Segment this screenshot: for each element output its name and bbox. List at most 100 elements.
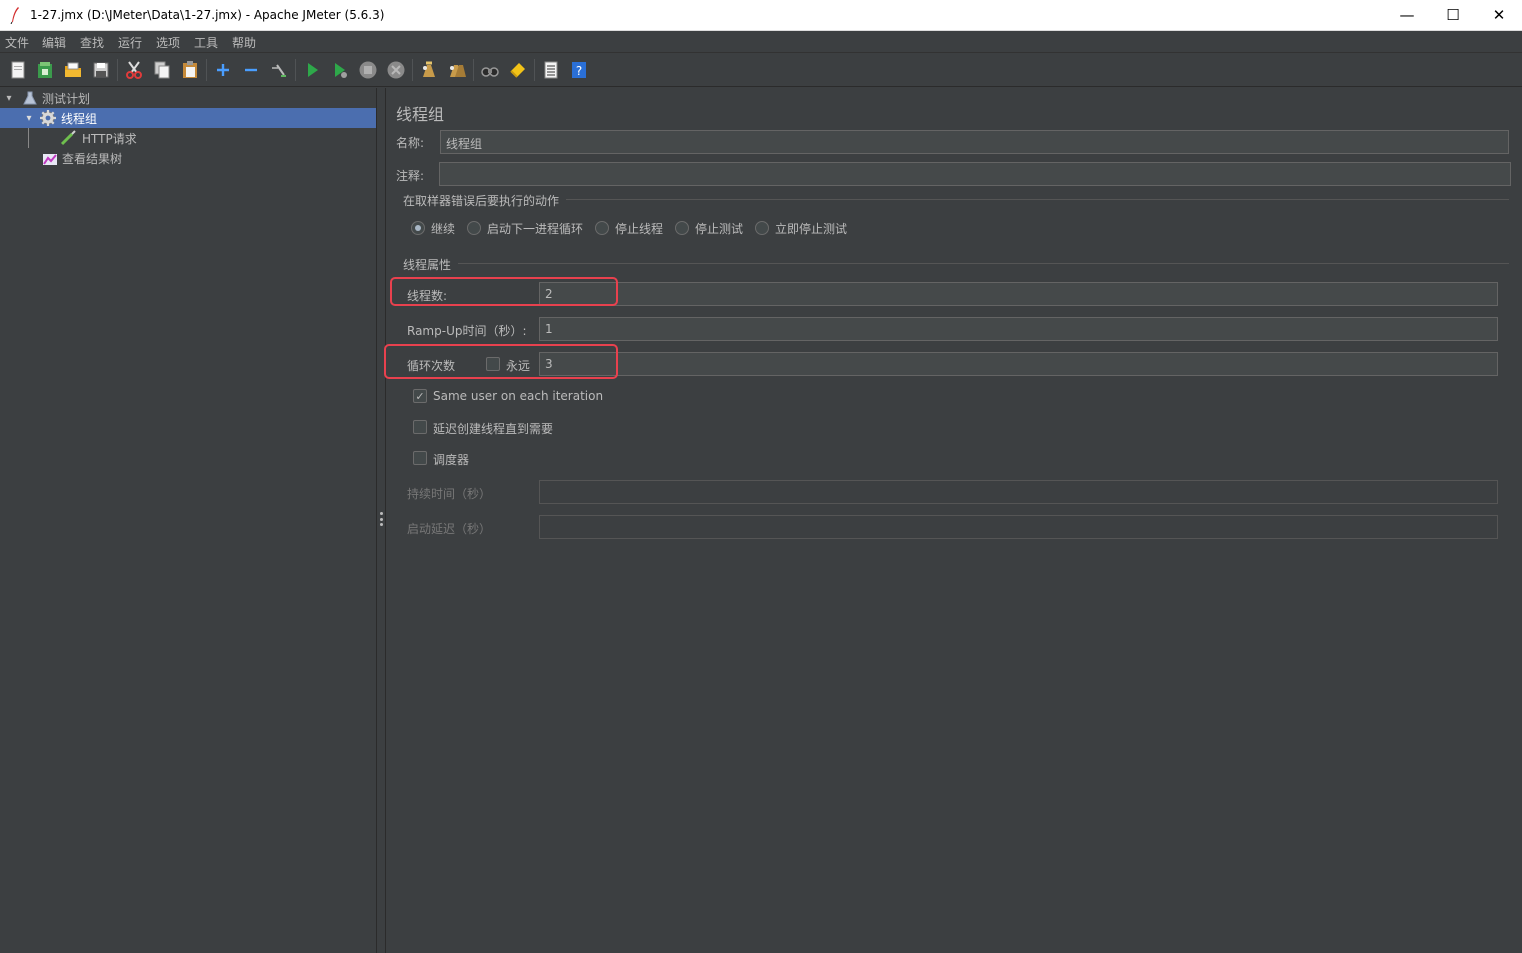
startup-delay-label: 启动延迟（秒）: [407, 522, 492, 536]
toolbar-separator: [534, 59, 535, 81]
start-no-pause-button[interactable]: [328, 58, 352, 82]
reset-search-icon: [510, 63, 525, 78]
copy-button[interactable]: [150, 58, 174, 82]
section-divider: [566, 199, 1509, 200]
threads-input[interactable]: 2: [539, 282, 1498, 306]
expand-toggle-icon[interactable]: ▾: [22, 113, 36, 124]
clear-all-icon: [450, 65, 466, 77]
name-input[interactable]: 线程组: [440, 130, 1509, 154]
search-icon: [481, 67, 499, 77]
split-pane-divider[interactable]: [377, 88, 386, 953]
minimize-button[interactable]: —: [1384, 0, 1430, 30]
radio-stop-test-label: 停止测试: [695, 222, 744, 236]
tree-item-view-results-tree[interactable]: 查看结果树: [42, 148, 342, 168]
maximize-button[interactable]: ☐: [1430, 0, 1476, 30]
radio-stop-test-now-label: 立即停止测试: [775, 222, 848, 236]
maximize-icon: ☐: [1446, 6, 1460, 24]
templates-icon: [38, 62, 52, 78]
menu-options[interactable]: 选项: [156, 34, 180, 51]
toolbar-separator: [412, 59, 413, 81]
close-icon: ✕: [1492, 6, 1506, 24]
menu-edit[interactable]: 编辑: [42, 34, 66, 51]
paste-button[interactable]: [178, 58, 202, 82]
copy-icon: [154, 61, 170, 79]
radio-start-next-loop-label: 启动下一进程循环: [487, 222, 584, 236]
startup-delay-input[interactable]: [539, 515, 1498, 539]
window-right-edge: [1518, 88, 1522, 953]
radio-stop-thread-label: 停止线程: [615, 222, 664, 236]
menu-help[interactable]: 帮助: [232, 34, 256, 51]
threads-highlight-box: [390, 277, 618, 306]
section-divider: [458, 263, 1509, 264]
menu-tools[interactable]: 工具: [194, 34, 218, 51]
tree-item-label: 测试计划: [42, 91, 91, 106]
error-action-section-title: 在取样器错误后要执行的动作: [403, 194, 560, 208]
toolbar: ?: [0, 53, 1522, 87]
open-icon: [65, 62, 81, 77]
radio-start-next-loop[interactable]: [467, 221, 481, 235]
function-helper-button[interactable]: [539, 58, 563, 82]
toolbar-separator: [206, 59, 207, 81]
delay-thread-creation-checkbox[interactable]: [413, 420, 427, 434]
tree-item-test-plan[interactable]: ▾ 测试计划: [2, 88, 372, 108]
radio-stop-test-now[interactable]: [755, 221, 769, 235]
toggle-button[interactable]: [267, 58, 291, 82]
tree-item-label: 查看结果树: [62, 151, 123, 166]
open-button[interactable]: [61, 58, 85, 82]
test-plan-icon: [23, 91, 37, 105]
toolbar-separator: [295, 59, 296, 81]
tree-item-http-request[interactable]: HTTP请求: [60, 128, 360, 148]
expand-icon: [217, 64, 229, 76]
same-user-label: Same user on each iteration: [433, 389, 604, 403]
comment-input[interactable]: [439, 162, 1511, 186]
menu-file[interactable]: 文件: [5, 34, 29, 51]
toolbar-separator: [117, 59, 118, 81]
collapse-button[interactable]: [239, 58, 263, 82]
title-bar: 1-27.jmx (D:\JMeter\Data\1-27.jmx) - Apa…: [0, 0, 1522, 31]
name-label: 名称:: [396, 136, 425, 150]
duration-label: 持续时间（秒）: [407, 487, 492, 501]
clear-button[interactable]: [417, 58, 441, 82]
loop-count-input[interactable]: 3: [539, 352, 1498, 376]
rampup-input[interactable]: 1: [539, 317, 1498, 341]
radio-stop-test[interactable]: [675, 221, 689, 235]
tree-item-label: 线程组: [61, 111, 98, 126]
stop-button[interactable]: [356, 58, 380, 82]
cut-icon: [126, 61, 142, 79]
menu-run[interactable]: 运行: [118, 34, 142, 51]
radio-stop-thread[interactable]: [595, 221, 609, 235]
thread-group-panel: 线程组 名称: 线程组 注释: 在取样器错误后要执行的动作 继续 启动下一进程循…: [384, 88, 1522, 953]
clear-all-button[interactable]: [445, 58, 469, 82]
expand-toggle-icon[interactable]: ▾: [2, 93, 16, 104]
shutdown-button[interactable]: [384, 58, 408, 82]
expand-button[interactable]: [211, 58, 235, 82]
test-plan-tree: ▾ 测试计划 ▾ 线程组 HTTP请求 查看结果树: [0, 88, 377, 953]
new-icon: [11, 61, 25, 79]
reset-search-button[interactable]: [506, 58, 530, 82]
start-button[interactable]: [300, 58, 324, 82]
pipette-icon: [60, 130, 76, 146]
start-no-pause-icon: [335, 63, 347, 78]
clear-icon: [423, 61, 435, 77]
menu-search[interactable]: 查找: [80, 34, 104, 51]
search-button[interactable]: [478, 58, 502, 82]
tree-item-thread-group[interactable]: ▾ 线程组: [0, 108, 376, 128]
templates-button[interactable]: [33, 58, 57, 82]
scheduler-checkbox[interactable]: [413, 451, 427, 465]
new-button[interactable]: [6, 58, 30, 82]
gear-icon: [40, 110, 56, 126]
radio-continue[interactable]: [411, 221, 425, 235]
toggle-icon: [272, 64, 286, 77]
cut-button[interactable]: [122, 58, 146, 82]
toolbar-separator: [473, 59, 474, 81]
save-icon: [93, 62, 109, 78]
help-button[interactable]: ?: [567, 58, 591, 82]
duration-input[interactable]: [539, 480, 1498, 504]
close-button[interactable]: ✕: [1476, 0, 1522, 30]
same-user-checkbox[interactable]: ✓: [413, 389, 427, 403]
thread-properties-section-title: 线程属性: [403, 258, 452, 272]
tree-connector: [28, 128, 29, 148]
scheduler-label: 调度器: [433, 453, 470, 467]
function-helper-icon: [544, 61, 558, 79]
save-button[interactable]: [89, 58, 113, 82]
